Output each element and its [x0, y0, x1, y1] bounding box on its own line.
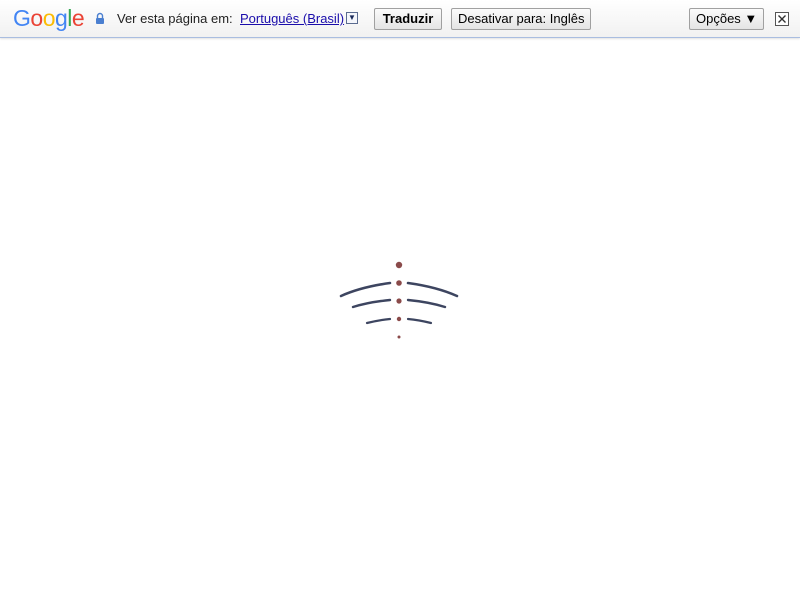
loader-dot [396, 280, 402, 286]
loader-dot [397, 335, 401, 339]
logo-letter: o [42, 5, 56, 31]
google-logo: Google [13, 4, 85, 32]
loader-dot [396, 298, 402, 304]
close-icon [778, 15, 786, 23]
loader-arc [406, 317, 433, 325]
translate-prompt: Ver esta página em: [117, 11, 233, 26]
loader-dot [395, 261, 403, 269]
lock-icon [95, 12, 105, 25]
options-button[interactable]: Opções ▼ [689, 8, 764, 30]
translate-button[interactable]: Traduzir [374, 8, 442, 30]
loader-dot [396, 316, 402, 322]
loader-arc [406, 281, 459, 298]
loader-arc [365, 317, 392, 325]
disable-for-language-button[interactable]: Desativar para: Inglês [451, 8, 591, 30]
logo-letter: G [13, 5, 31, 31]
translate-bar: Google Ver esta página em: Português (Br… [0, 0, 800, 38]
close-button[interactable] [775, 12, 789, 26]
language-select-link[interactable]: Português (Brasil) [240, 11, 344, 26]
logo-letter: g [54, 5, 68, 31]
loading-spinner-icon [339, 257, 461, 343]
loader-arc [406, 298, 447, 309]
loader-arc [339, 281, 392, 298]
logo-letter: e [71, 5, 85, 31]
loader-arc [351, 298, 392, 309]
logo-letter: o [30, 5, 43, 31]
language-dropdown-button[interactable]: ▼ [346, 12, 358, 24]
